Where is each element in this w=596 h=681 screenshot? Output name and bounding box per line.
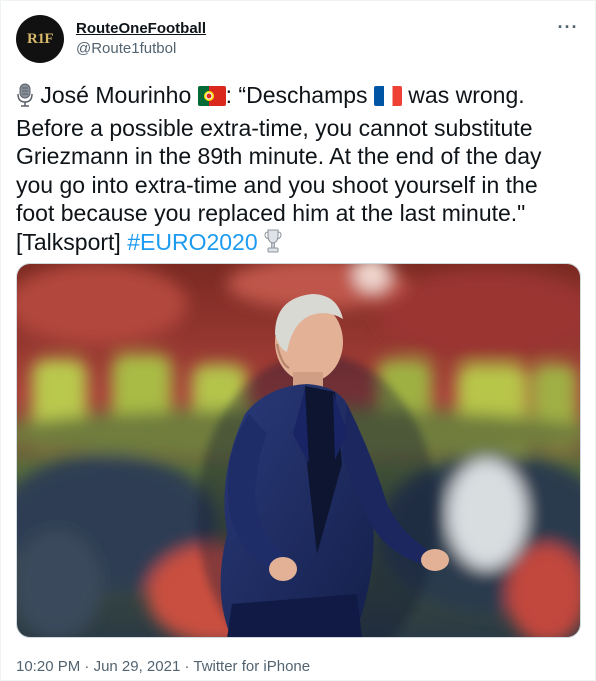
display-name[interactable]: RouteOneFootball	[76, 19, 206, 39]
trophy-icon	[264, 228, 282, 261]
tweet-line-2: Before a possible extra-time, you cannot…	[16, 114, 533, 141]
tweet-header: R1F RouteOneFootball @Route1futbol ···	[16, 15, 580, 65]
avatar[interactable]: R1F	[16, 15, 64, 63]
meta-separator-2: ·	[180, 658, 194, 675]
tweet-line-5: foot because you replaced him at the las…	[16, 200, 526, 226]
tweet-line-4: you go into extra-time and you shoot you…	[16, 171, 538, 198]
tweet-source[interactable]: Twitter for iPhone	[193, 658, 310, 675]
tweet-line-6a: [Talksport]	[16, 228, 128, 255]
portugal-flag-icon	[197, 85, 226, 114]
meta-separator-1: ·	[80, 658, 94, 675]
photo-didier-deschamps	[17, 264, 580, 637]
tweet-line-1c: was wrong.	[401, 82, 525, 108]
france-flag-icon	[373, 85, 402, 114]
tweet-photo[interactable]	[16, 263, 581, 638]
tweet-time[interactable]: 10:20 PM	[16, 658, 80, 675]
tweet-meta: 10:20 PM · Jun 29, 2021 · Twitter for iP…	[16, 657, 310, 677]
tweet-line-3: Griezmann in the 89th minute. At the end…	[16, 143, 542, 169]
more-label: ···	[557, 17, 579, 37]
avatar-logo-text: R1F	[27, 30, 54, 47]
tweet-line-1a: José Mourinho	[34, 82, 198, 108]
microphone-icon	[16, 83, 34, 114]
tweet-date[interactable]: Jun 29, 2021	[94, 658, 181, 675]
author-names: RouteOneFootball @Route1futbol	[76, 19, 206, 59]
hashtag-link[interactable]: #EURO2020	[127, 229, 257, 255]
user-handle[interactable]: @Route1futbol	[76, 39, 206, 59]
tweet-card: R1F RouteOneFootball @Route1futbol ··· J…	[0, 0, 596, 681]
tweet-text: José Mourinho : “Deschamps was wrong. Be…	[16, 81, 586, 260]
more-icon[interactable]: ···	[556, 17, 580, 37]
tweet-line-1b: : “Deschamps	[225, 82, 374, 108]
